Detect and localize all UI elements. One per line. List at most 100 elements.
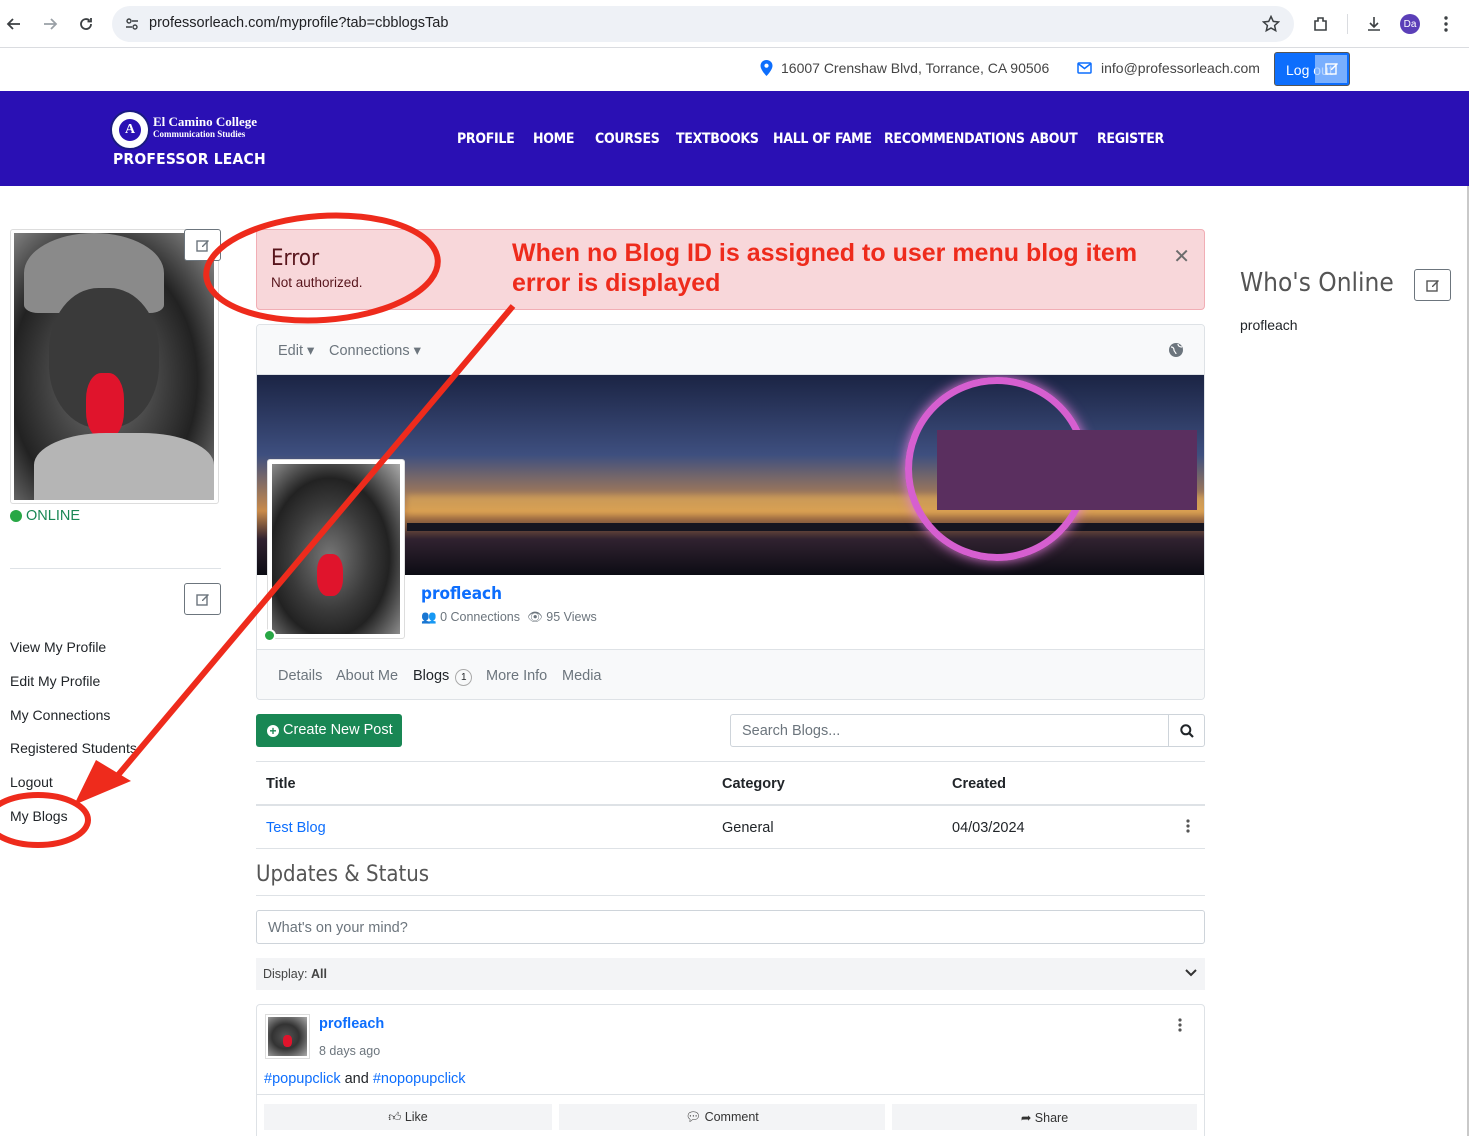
blog-created: 04/03/2024: [952, 820, 1025, 836]
nav-courses[interactable]: COURSES: [595, 131, 660, 147]
profile-username[interactable]: profleach: [421, 584, 502, 604]
thumbs-up-icon: 👍︎: [388, 1110, 402, 1124]
pier-building: [937, 430, 1197, 510]
row-menu-icon[interactable]: [1186, 819, 1190, 833]
views-count: 95 Views: [546, 610, 597, 624]
create-new-post-button[interactable]: + Create New Post: [256, 714, 402, 747]
bookmark-star-icon[interactable]: [1262, 15, 1280, 33]
connections-dropdown[interactable]: Connections ▾: [329, 343, 421, 359]
share-arrow-icon: ➦: [1020, 1111, 1032, 1125]
tab-about-me[interactable]: About Me: [336, 668, 398, 684]
map-pin-icon: [760, 60, 773, 76]
sidebar-my-blogs[interactable]: My Blogs: [10, 808, 68, 824]
close-icon[interactable]: ✕: [1173, 244, 1190, 269]
status-input[interactable]: What's on your mind?: [256, 910, 1205, 944]
post-time[interactable]: 8 days ago: [319, 1044, 380, 1058]
sidebar-connections[interactable]: My Connections: [10, 707, 110, 723]
edit-picture-button[interactable]: [184, 229, 221, 261]
edit-pencil-icon: [195, 240, 209, 252]
table-top-border: [256, 761, 1205, 762]
profile-card-header: Edit ▾ Connections ▾: [257, 325, 1204, 375]
edit-menu-button[interactable]: [184, 583, 221, 615]
search-button[interactable]: [1168, 715, 1204, 746]
site-title[interactable]: PROFESSOR LEACH: [113, 150, 266, 168]
like-button[interactable]: 👍︎ Like: [264, 1104, 552, 1130]
annotation-line-1: When no Blog ID is assigned to user menu…: [512, 239, 1138, 267]
tab-media[interactable]: Media: [562, 668, 602, 684]
college-seal-logo[interactable]: A: [110, 110, 150, 150]
nav-home[interactable]: HOME: [533, 131, 575, 147]
users-icon: 👥: [421, 610, 437, 624]
updates-title: Updates & Status: [256, 862, 430, 887]
edit-pencil-icon[interactable]: [1325, 61, 1339, 75]
tab-blogs-label: Blogs: [413, 668, 450, 684]
blog-title-link[interactable]: Test Blog: [266, 820, 326, 836]
nav-textbooks[interactable]: TEXTBOOKS: [676, 131, 759, 147]
logout-button[interactable]: Log out: [1274, 52, 1350, 86]
post-menu-icon[interactable]: [1178, 1018, 1182, 1032]
chevron-down-icon: [1185, 969, 1197, 977]
whos-online-title: Who's Online: [1240, 268, 1394, 298]
post-divider: [257, 1094, 1204, 1095]
download-icon[interactable]: [1362, 12, 1386, 36]
sidebar-edit-profile[interactable]: Edit My Profile: [10, 673, 100, 689]
sidebar-logout[interactable]: Logout: [10, 774, 53, 790]
post-avatar[interactable]: [265, 1014, 310, 1059]
pier-deck: [407, 523, 1204, 531]
browser-toolbar: professorleach.com/myprofile?tab=cbblogs…: [0, 0, 1469, 48]
post-joiner: and: [340, 1071, 373, 1087]
extensions-icon[interactable]: [1309, 12, 1333, 36]
edit-pencil-icon: [195, 594, 209, 606]
hashtag-popupclick[interactable]: #popupclick: [264, 1071, 341, 1087]
comment-button[interactable]: 💬︎ Comment: [559, 1104, 885, 1130]
globe-icon[interactable]: [1168, 342, 1184, 358]
back-arrow-icon[interactable]: [2, 12, 26, 36]
online-user[interactable]: profleach: [1240, 317, 1298, 333]
post-author[interactable]: profleach: [319, 1016, 384, 1032]
profile-tabs: Details About Me Blogs 1 More Info Media: [257, 649, 1204, 699]
hashtag-nopopupclick[interactable]: #nopopupclick: [373, 1071, 466, 1087]
edit-pencil-icon: [1425, 280, 1439, 292]
tongue-shape: [317, 554, 343, 596]
email-link[interactable]: info@professorleach.com: [1101, 60, 1260, 76]
nav-recommendations[interactable]: RECOMMENDATIONS: [884, 131, 1025, 147]
url-text[interactable]: professorleach.com/myprofile?tab=cbblogs…: [149, 15, 448, 31]
tongue-shape: [86, 373, 124, 438]
nav-register[interactable]: REGISTER: [1097, 131, 1164, 147]
edit-whos-online-button[interactable]: [1414, 269, 1451, 301]
sidebar-view-profile[interactable]: View My Profile: [10, 639, 106, 655]
department-name: Communication Studies: [153, 129, 246, 139]
display-filter[interactable]: Display: All: [256, 958, 1205, 990]
profile-avatar-image[interactable]: [272, 464, 400, 634]
sidebar-registered-students[interactable]: Registered Students: [10, 740, 137, 756]
profile-card: Edit ▾ Connections ▾ profleach 👥 0 Conne…: [256, 324, 1205, 700]
browser-menu-icon[interactable]: [1434, 12, 1458, 36]
annotation-text: When no Blog ID is assigned to user menu…: [512, 238, 1152, 298]
reload-icon[interactable]: [74, 12, 98, 36]
edit-dropdown[interactable]: Edit ▾: [278, 343, 314, 359]
comment-label: Comment: [704, 1110, 759, 1124]
share-button[interactable]: ➦ Share: [892, 1104, 1197, 1130]
tab-details[interactable]: Details: [278, 668, 322, 684]
nav-profile[interactable]: PROFILE: [457, 131, 515, 147]
connections-count[interactable]: 0 Connections: [440, 610, 520, 624]
profile-picture[interactable]: [14, 233, 214, 500]
toolbar-divider: [1347, 14, 1348, 34]
online-status: ONLINE: [26, 508, 80, 524]
alert-message: Not authorized.: [271, 275, 363, 290]
search-input[interactable]: Search Blogs...: [742, 723, 840, 739]
site-settings-icon[interactable]: [124, 16, 140, 32]
tab-more-info[interactable]: More Info: [486, 668, 547, 684]
tab-blogs[interactable]: Blogs 1: [413, 668, 473, 686]
nav-about[interactable]: ABOUT: [1030, 131, 1078, 147]
blog-search: Search Blogs...: [730, 714, 1205, 747]
column-created: Created: [952, 776, 1006, 792]
sidebar-divider: [10, 568, 221, 569]
nav-hall-of-fame[interactable]: HALL OF FAME: [773, 131, 872, 147]
forward-arrow-icon[interactable]: [38, 12, 62, 36]
create-post-label: Create New Post: [283, 722, 393, 738]
connections-dropdown-label: Connections: [329, 343, 410, 359]
profile-avatar[interactable]: Da: [1400, 14, 1420, 34]
address-bar[interactable]: professorleach.com/myprofile?tab=cbblogs…: [112, 6, 1294, 42]
status-placeholder: What's on your mind?: [268, 920, 408, 936]
